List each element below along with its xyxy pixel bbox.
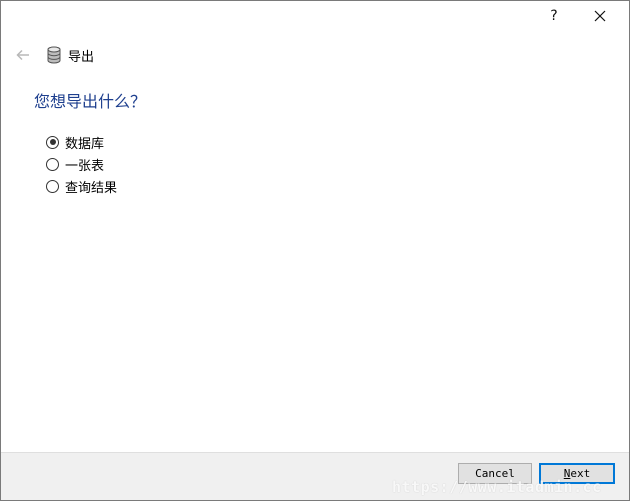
title-bar: ?	[1, 1, 629, 31]
option-database[interactable]: 数据库	[46, 131, 117, 153]
radio-button[interactable]	[46, 157, 59, 171]
radio-button[interactable]	[46, 135, 59, 149]
arrow-left-icon	[16, 49, 29, 61]
export-type-options: 数据库 一张表 查询结果	[46, 131, 117, 197]
option-label: 一张表	[65, 158, 105, 174]
cancel-button[interactable]: Cancel	[458, 463, 532, 484]
option-query-result[interactable]: 查询结果	[46, 175, 117, 197]
option-table[interactable]: 一张表	[46, 153, 117, 175]
help-button[interactable]: ?	[531, 1, 577, 31]
next-button[interactable]: Next	[539, 463, 615, 484]
close-button[interactable]	[577, 1, 623, 31]
dialog-footer: Cancel Next	[1, 452, 629, 500]
help-label: ?	[550, 8, 558, 24]
option-label: 查询结果	[65, 180, 118, 196]
back-button[interactable]	[13, 45, 33, 65]
question-heading: 您想导出什么？	[34, 92, 147, 111]
page-title: 导出	[68, 50, 95, 65]
next-label-accesskey: N	[563, 467, 571, 480]
wizard-nav: 导出	[1, 41, 629, 69]
database-icon	[47, 46, 61, 64]
cancel-label: Cancel	[475, 467, 515, 480]
next-label: ext	[570, 467, 591, 480]
close-icon	[594, 10, 606, 22]
radio-button[interactable]	[46, 179, 59, 193]
option-label: 数据库	[65, 136, 105, 152]
export-dialog: ? 导出 您想导出什么？ 数据库 一张表 查询结果 Cancel N ext	[0, 0, 630, 501]
